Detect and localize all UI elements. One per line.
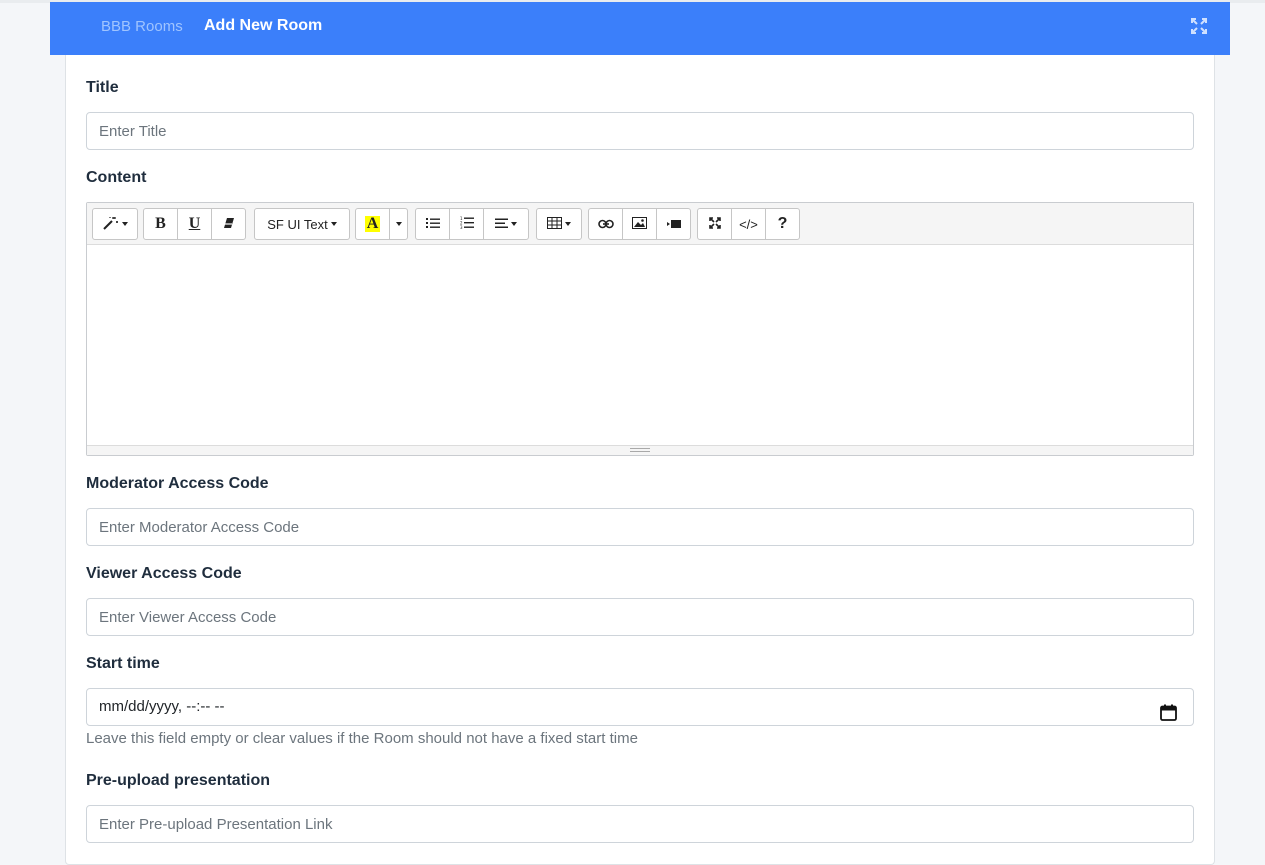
insert-link-button[interactable] xyxy=(588,208,623,240)
fullscreen-button[interactable] xyxy=(697,208,732,240)
expand-icon[interactable] xyxy=(1190,17,1208,35)
link-icon xyxy=(597,216,614,232)
insert-video-button[interactable] xyxy=(656,208,691,240)
style-button[interactable] xyxy=(92,208,138,240)
table-dropdown[interactable] xyxy=(536,208,582,240)
code-view-button[interactable]: </> xyxy=(731,208,766,240)
form-card: Title Content B U xyxy=(65,55,1215,865)
editor-resize-bar[interactable] xyxy=(87,445,1193,455)
svg-text:3: 3 xyxy=(460,225,463,229)
paragraph-align-dropdown[interactable] xyxy=(483,208,529,240)
presentation-label: Pre-upload presentation xyxy=(86,772,271,789)
video-icon xyxy=(666,216,681,232)
color-a-label: A xyxy=(364,215,381,232)
color-dropdown-toggle[interactable] xyxy=(389,208,408,240)
toolbar-group-color: A xyxy=(355,208,408,240)
align-icon xyxy=(495,216,508,232)
insert-picture-button[interactable] xyxy=(622,208,657,240)
font-family-label: SF UI Text xyxy=(267,216,328,232)
toolbar-group-style xyxy=(92,208,138,240)
toolbar-group-view: </> ? xyxy=(697,208,800,240)
help-button[interactable]: ? xyxy=(765,208,800,240)
viewer-code-label: Viewer Access Code xyxy=(86,565,242,582)
start-time-input[interactable]: mm/dd/yyyy, --:-- -- xyxy=(86,688,1194,726)
editor-toolbar: B U SF UI Text A 1 2 3 </> ? xyxy=(87,203,1193,245)
unordered-list-icon xyxy=(425,216,440,232)
resize-grip-icon xyxy=(630,448,650,452)
calendar-icon[interactable] xyxy=(1160,699,1177,721)
eraser-icon xyxy=(223,216,235,232)
toolbar-group-para: 1 2 3 xyxy=(415,208,529,240)
presentation-link-input[interactable] xyxy=(86,805,1194,843)
text-color-button[interactable]: A xyxy=(355,208,390,240)
title-input[interactable] xyxy=(86,112,1194,150)
ordered-list-icon: 1 2 3 xyxy=(460,216,474,232)
table-icon xyxy=(547,216,562,232)
title-label: Title xyxy=(86,79,119,96)
toolbar-group-font: B U xyxy=(143,208,246,240)
underline-button[interactable]: U xyxy=(177,208,212,240)
viewer-code-input[interactable] xyxy=(86,598,1194,636)
content-label: Content xyxy=(86,169,147,186)
image-icon xyxy=(632,216,647,232)
unordered-list-button[interactable] xyxy=(415,208,450,240)
start-time-placeholder: mm/dd/yyyy, --:-- -- xyxy=(99,698,225,715)
magic-wand-icon xyxy=(102,216,119,233)
clear-format-button[interactable] xyxy=(211,208,246,240)
page-title: Add New Room xyxy=(204,17,323,34)
bold-button[interactable]: B xyxy=(143,208,178,240)
toolbar-group-insert xyxy=(588,208,691,240)
modal-header: BBB Rooms Add New Room xyxy=(50,2,1230,55)
toolbar-group-table xyxy=(536,208,582,240)
rich-text-editor: B U SF UI Text A 1 2 3 </> ? xyxy=(86,202,1194,456)
start-time-help-text: Leave this field empty or clear values i… xyxy=(86,730,638,747)
start-time-label: Start time xyxy=(86,655,160,672)
ordered-list-button[interactable]: 1 2 3 xyxy=(449,208,484,240)
editor-content-area[interactable] xyxy=(87,245,1193,445)
breadcrumb-parent[interactable]: BBB Rooms xyxy=(101,18,183,35)
toolbar-group-fontname: SF UI Text xyxy=(254,208,350,240)
moderator-code-label: Moderator Access Code xyxy=(86,475,269,492)
moderator-code-input[interactable] xyxy=(86,508,1194,546)
fullscreen-icon xyxy=(708,216,721,232)
font-family-dropdown[interactable]: SF UI Text xyxy=(254,208,350,240)
